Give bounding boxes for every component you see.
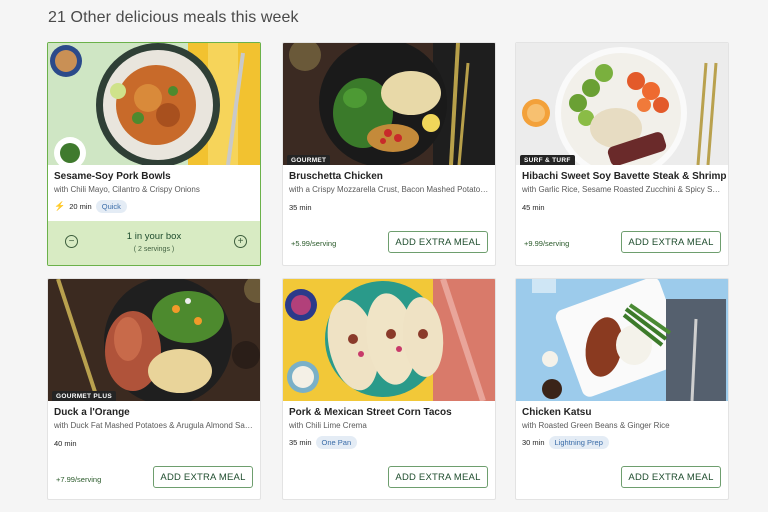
increase-quantity-button[interactable]: +: [234, 235, 247, 248]
extra-price: +9.99/serving: [524, 239, 570, 248]
meal-card-street-corn-tacos[interactable]: Pork & Mexican Street Corn Tacos with Ch…: [282, 278, 496, 500]
add-extra-meal-button[interactable]: ADD EXTRA MEAL: [388, 466, 488, 488]
meal-title: Hibachi Sweet Soy Bavette Steak & Shrimp: [522, 171, 727, 182]
meal-subtitle: with Roasted Green Beans & Ginger Rice: [522, 421, 670, 430]
meal-image[interactable]: GOURMET PLUS: [48, 279, 260, 401]
meal-meta: 35 min One Pan: [289, 436, 358, 449]
cook-time: 30 min: [522, 438, 545, 447]
add-extra-meal-button[interactable]: ADD EXTRA MEAL: [153, 466, 253, 488]
meal-image[interactable]: [48, 43, 260, 165]
meal-meta: 35 min: [289, 203, 312, 212]
meal-card-sesame-soy-pork-bowls[interactable]: Sesame-Soy Pork Bowls with Chili Mayo, C…: [47, 42, 261, 266]
meal-title: Pork & Mexican Street Corn Tacos: [289, 407, 452, 418]
meal-meta: 40 min: [54, 439, 77, 448]
meal-title: Bruschetta Chicken: [289, 171, 383, 182]
meal-subtitle: with a Crispy Mozzarella Crust, Bacon Ma…: [289, 185, 489, 194]
cook-time: 20 min: [69, 202, 92, 211]
meal-grid: Sesame-Soy Pork Bowls with Chili Mayo, C…: [0, 0, 768, 512]
meal-subtitle: with Chili Lime Crema: [289, 421, 367, 430]
meal-image[interactable]: [283, 279, 495, 401]
lightning-icon: ⚡: [54, 201, 66, 211]
meal-badge: One Pan: [315, 436, 358, 449]
meal-badge: Lightning Prep: [548, 436, 609, 449]
in-box-count: 1 in your box: [126, 231, 182, 242]
meal-card-chicken-katsu[interactable]: Chicken Katsu with Roasted Green Beans &…: [515, 278, 729, 500]
meal-card-bruschetta-chicken[interactable]: GOURMET Bruschetta Chicken with a Crispy…: [282, 42, 496, 266]
meal-subtitle: with Chili Mayo, Cilantro & Crispy Onion…: [54, 185, 200, 194]
cook-time: 35 min: [289, 438, 312, 447]
cook-time: 40 min: [54, 439, 77, 448]
meal-meta: ⚡ 20 min Quick: [54, 200, 127, 213]
meal-image[interactable]: SURF & TURF: [516, 43, 728, 165]
meal-category-tag: GOURMET: [287, 155, 331, 165]
meal-subtitle: with Duck Fat Mashed Potatoes & Arugula …: [54, 421, 254, 430]
meal-card-duck-a-lorange[interactable]: GOURMET PLUS Duck a l'Orange with Duck F…: [47, 278, 261, 500]
add-extra-meal-button[interactable]: ADD EXTRA MEAL: [388, 231, 488, 253]
extra-price: +5.99/serving: [291, 239, 337, 248]
extra-price: +7.99/serving: [56, 475, 102, 484]
meal-meta: 30 min Lightning Prep: [522, 436, 609, 449]
meal-title: Duck a l'Orange: [54, 407, 130, 418]
cook-time: 45 min: [522, 203, 545, 212]
meal-card-hibachi-steak-shrimp[interactable]: SURF & TURF Hibachi Sweet Soy Bavette St…: [515, 42, 729, 266]
meal-image[interactable]: GOURMET: [283, 43, 495, 165]
servings-count: ( 2 servings ): [133, 246, 175, 253]
add-extra-meal-button[interactable]: ADD EXTRA MEAL: [621, 466, 721, 488]
meal-title: Sesame-Soy Pork Bowls: [54, 171, 171, 182]
meal-category-tag: GOURMET PLUS: [52, 391, 116, 401]
cook-time: 35 min: [289, 203, 312, 212]
meal-title: Chicken Katsu: [522, 407, 592, 418]
meal-meta: 45 min: [522, 203, 545, 212]
meal-image[interactable]: [516, 279, 728, 401]
in-box-panel: − 1 in your box ( 2 servings ) +: [48, 221, 260, 265]
meal-category-tag: SURF & TURF: [520, 155, 575, 165]
add-extra-meal-button[interactable]: ADD EXTRA MEAL: [621, 231, 721, 253]
meal-badge: Quick: [95, 200, 127, 213]
meal-subtitle: with Garlic Rice, Sesame Roasted Zucchin…: [522, 185, 722, 194]
